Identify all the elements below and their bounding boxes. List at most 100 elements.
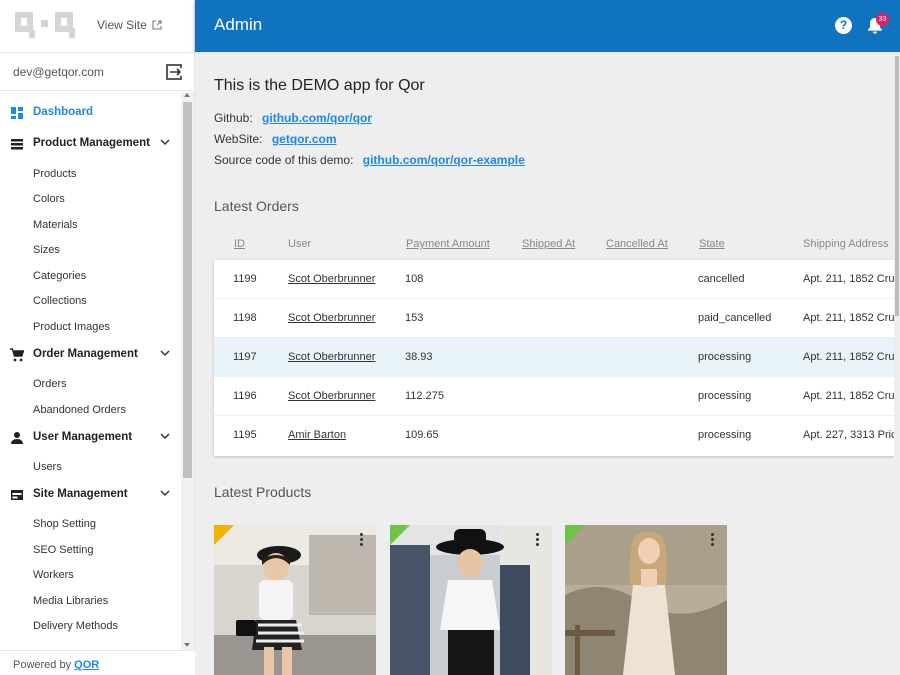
cart-icon [10, 348, 24, 362]
site-icon [11, 490, 23, 500]
scrollbar-thumb[interactable] [895, 56, 899, 316]
product-card[interactable] [565, 525, 727, 675]
order-state: paid_cancelled [698, 312, 772, 324]
sidebar-item-products[interactable]: Products [33, 168, 76, 180]
sidebar-item-product-images[interactable]: Product Images [33, 321, 110, 333]
more-vert-icon[interactable] [536, 533, 540, 547]
order-id: 1199 [233, 273, 257, 285]
sidebar-item-sizes[interactable]: Sizes [33, 244, 60, 256]
qor-link[interactable]: QOR [74, 659, 99, 671]
table-row[interactable]: 1195 Amir Barton 109.65 processing Apt. … [214, 416, 896, 455]
chevron-down-icon [160, 433, 170, 440]
view-site-link[interactable]: View Site [97, 18, 162, 32]
view-site-label: View Site [97, 18, 147, 32]
product-card[interactable] [390, 525, 552, 675]
sidebar-menu: Dashboard Product Management Products Co… [0, 92, 181, 650]
sidebar-item-users[interactable]: Users [33, 461, 62, 473]
sidebar-group-label: Product Management [33, 137, 150, 149]
website-label: WebSite: [214, 132, 263, 146]
list-icon [11, 139, 23, 150]
order-id: 1198 [233, 312, 257, 324]
user-email: dev@getqor.com [13, 65, 104, 79]
github-link[interactable]: github.com/qor/qor [262, 111, 372, 125]
order-user-link[interactable]: Scot Oberbrunner [288, 390, 375, 402]
product-image [390, 525, 552, 675]
column-header-id[interactable]: ID [234, 238, 245, 250]
source-line: Source code of this demo: github.com/qor… [214, 153, 525, 167]
more-vert-icon[interactable] [711, 533, 715, 547]
sidebar-item-shop-setting[interactable]: Shop Setting [33, 518, 96, 530]
table-row[interactable]: 1199 Scot Oberbrunner 108 cancelled Apt.… [214, 260, 896, 299]
latest-products-title: Latest Products [214, 484, 312, 500]
notification-badge: 33 [876, 13, 889, 26]
column-header-payment-amount[interactable]: Payment Amount [406, 238, 490, 250]
sidebar-item-orders[interactable]: Orders [33, 378, 67, 390]
sidebar-footer: Powered by QOR [0, 650, 195, 675]
corner-ribbon [214, 525, 234, 545]
website-link[interactable]: getqor.com [272, 132, 337, 146]
table-row[interactable]: 1198 Scot Oberbrunner 153 paid_cancelled… [214, 299, 896, 338]
order-state: processing [698, 429, 752, 441]
product-card[interactable] [214, 525, 376, 675]
sidebar-item-abandoned-orders[interactable]: Abandoned Orders [33, 404, 126, 416]
column-header-cancelled-at[interactable]: Cancelled At [606, 238, 668, 250]
main-content: This is the DEMO app for Qor Github: git… [195, 52, 900, 675]
powered-by: Powered by QOR [13, 659, 99, 671]
order-user-link[interactable]: Amir Barton [288, 429, 346, 441]
sidebar-group-site-management[interactable]: Site Management [0, 482, 181, 508]
orders-table: 1199 Scot Oberbrunner 108 cancelled Apt.… [214, 260, 896, 456]
sidebar-item-colors[interactable]: Colors [33, 193, 65, 205]
qor-logo[interactable] [15, 12, 77, 38]
main-scrollbar[interactable] [894, 52, 900, 675]
dashboard-icon [11, 107, 23, 119]
sidebar-item-dashboard[interactable]: Dashboard [0, 100, 181, 126]
sidebar-item-media-libraries[interactable]: Media Libraries [33, 595, 108, 607]
product-image [214, 525, 376, 675]
corner-ribbon [565, 525, 585, 545]
sidebar-item-materials[interactable]: Materials [33, 219, 78, 231]
scroll-down-arrow[interactable] [184, 643, 190, 647]
order-id: 1197 [233, 351, 257, 363]
chevron-down-icon [160, 350, 170, 357]
logout-icon[interactable] [165, 63, 183, 81]
scroll-up-arrow[interactable] [184, 93, 190, 97]
scrollbar-thumb[interactable] [183, 102, 192, 478]
github-line: Github: github.com/qor/qor [214, 111, 372, 125]
more-vert-icon[interactable] [360, 533, 364, 547]
sidebar-scrollbar[interactable] [181, 92, 194, 650]
sidebar-item-label: Dashboard [33, 106, 94, 118]
order-address: Apt. 211, 1852 Cru [803, 312, 895, 324]
column-header-state[interactable]: State [699, 238, 725, 250]
sidebar-group-label: Order Management [33, 348, 138, 360]
order-id: 1195 [233, 429, 257, 441]
sidebar-item-workers[interactable]: Workers [33, 569, 74, 581]
order-user-link[interactable]: Scot Oberbrunner [288, 312, 375, 324]
table-row[interactable]: 1197 Scot Oberbrunner 38.93 processing A… [214, 338, 896, 377]
sidebar-group-order-management[interactable]: Order Management [0, 342, 181, 368]
order-amount: 38.93 [405, 351, 433, 363]
order-amount: 153 [405, 312, 424, 324]
sidebar-group-user-management[interactable]: User Management [0, 425, 181, 451]
source-label: Source code of this demo: [214, 153, 354, 167]
chevron-down-icon [160, 139, 170, 146]
sidebar-item-delivery-methods[interactable]: Delivery Methods [33, 620, 118, 632]
sidebar-item-categories[interactable]: Categories [33, 270, 86, 282]
order-address: Apt. 211, 1852 Cru [803, 273, 895, 285]
github-label: Github: [214, 111, 253, 125]
order-state: processing [698, 390, 752, 402]
sidebar-group-product-management[interactable]: Product Management [0, 131, 181, 157]
source-link[interactable]: github.com/qor/qor-example [363, 153, 525, 167]
order-amount: 108 [405, 273, 424, 285]
person-icon [11, 432, 23, 444]
sidebar-item-collections[interactable]: Collections [33, 295, 87, 307]
order-amount: 112.275 [405, 390, 444, 402]
order-user-link[interactable]: Scot Oberbrunner [288, 351, 375, 363]
page-title: Admin [214, 15, 263, 34]
order-user-link[interactable]: Scot Oberbrunner [288, 273, 375, 285]
order-address: Apt. 227, 3313 Pric [803, 429, 896, 441]
sidebar-item-seo-setting[interactable]: SEO Setting [33, 544, 94, 556]
column-header-shipped-at[interactable]: Shipped At [522, 238, 575, 250]
table-row[interactable]: 1196 Scot Oberbrunner 112.275 processing… [214, 377, 896, 416]
latest-orders-title: Latest Orders [214, 198, 299, 214]
help-icon[interactable]: ? [835, 17, 852, 34]
